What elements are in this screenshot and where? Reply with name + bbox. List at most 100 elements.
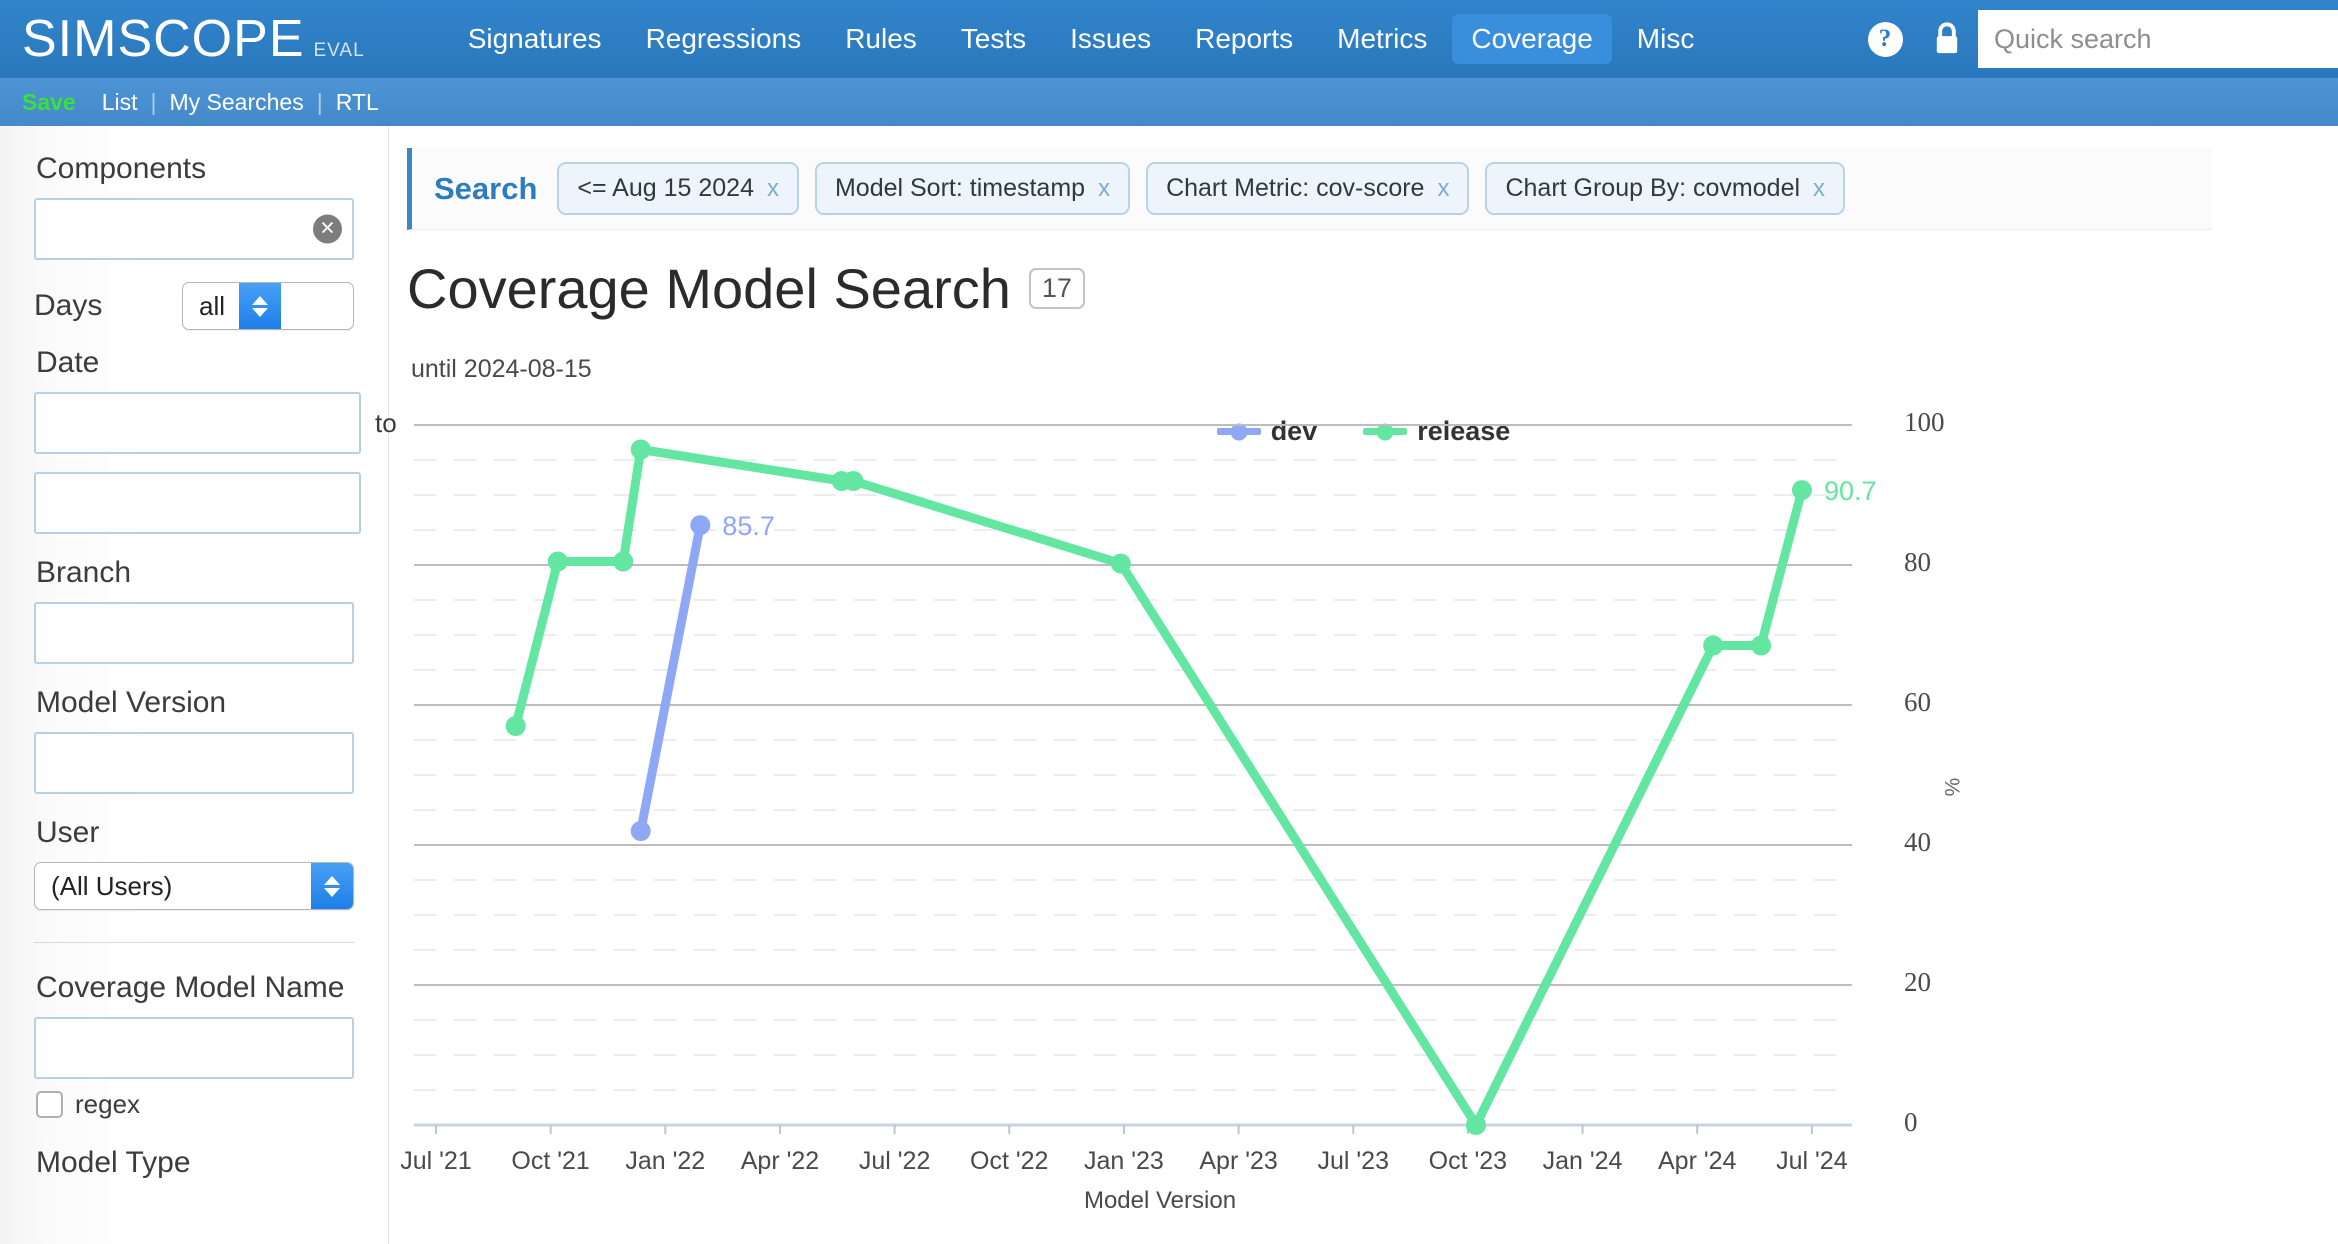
chart-data-point[interactable]	[1791, 480, 1812, 501]
filter-chip-chart-group-by-text: Chart Group By: covmodel	[1505, 174, 1801, 202]
page-title: Coverage Model Search 17	[407, 256, 2338, 321]
chart-plot-area: 85.7 90.7 0 20 40 60 80 100% Jul '21 Oct '21 Jan '…	[389, 390, 2338, 1214]
subnav-my-searches-link[interactable]: My Searches	[157, 89, 317, 116]
components-field-wrap: ✕	[34, 198, 354, 260]
chart-data-point[interactable]	[613, 551, 634, 572]
x-axis-title: Model Version	[1083, 1187, 1237, 1214]
nav-item-reports[interactable]: Reports	[1176, 14, 1312, 64]
coverage-model-name-label: Coverage Model Name	[36, 971, 345, 1004]
y-axis-tick-label: 40	[1904, 827, 1931, 857]
user-select[interactable]: (All Users)	[34, 862, 354, 910]
model-version-label: Model Version	[36, 686, 227, 719]
filter-chip-date-text: <= Aug 15 2024	[577, 174, 754, 202]
y-axis-tick-label: 0	[1904, 1107, 1918, 1137]
model-version-field-wrap	[34, 732, 354, 794]
page-title-text: Coverage Model Search	[407, 257, 1011, 320]
filter-chip-model-sort-text: Model Sort: timestamp	[834, 174, 1086, 202]
chart-data-point[interactable]	[1751, 635, 1772, 656]
search-label: Search	[434, 170, 538, 206]
coverage-chart: dev release 85.7 90.7 0 20 40 60 80 100% Jul '21…	[389, 390, 2338, 1214]
chart-value-label-release: 90.7	[1824, 476, 1877, 506]
chart-svg: 85.7 90.7	[414, 424, 1877, 1135]
lock-button[interactable]	[1916, 22, 1978, 56]
chart-series-line-release[interactable]	[511, 445, 1807, 1130]
date-label: Date	[36, 346, 100, 379]
filter-chip-chart-metric-text: Chart Metric: cov-score	[1166, 174, 1425, 202]
chevron-down-icon	[252, 307, 269, 317]
subnav-list-link[interactable]: List	[89, 89, 151, 116]
nav-item-tests[interactable]: Tests	[942, 14, 1045, 64]
filter-chip-date[interactable]: <= Aug 15 2024 x	[557, 162, 799, 215]
chevron-up-icon	[324, 875, 340, 885]
days-select[interactable]: all	[182, 282, 354, 330]
filter-chip-chart-group-by[interactable]: Chart Group By: covmodel x	[1485, 162, 1846, 215]
user-select-stepper[interactable]	[311, 863, 353, 909]
user-label: User	[36, 816, 100, 849]
chart-series-line-dev[interactable]	[636, 520, 705, 836]
coverage-model-name-input[interactable]	[34, 1017, 354, 1079]
close-icon[interactable]: x	[1098, 175, 1110, 203]
close-icon[interactable]: x	[767, 175, 779, 203]
branch-label: Branch	[36, 556, 132, 589]
filter-chip-model-sort[interactable]: Model Sort: timestamp x	[814, 162, 1131, 215]
nav-item-rules[interactable]: Rules	[826, 14, 936, 64]
chevron-down-icon	[324, 887, 340, 897]
quick-search-input[interactable]	[1978, 10, 2338, 68]
sub-navigation-bar: Save List | My Searches | RTL	[0, 78, 2338, 126]
chart-data-point[interactable]	[630, 439, 651, 460]
chart-data-point[interactable]	[843, 471, 864, 491]
nav-item-signatures[interactable]: Signatures	[449, 14, 621, 64]
y-axis-title: %	[1941, 777, 1965, 797]
chart-data-point[interactable]	[505, 716, 526, 736]
chart-data-point[interactable]	[547, 551, 568, 572]
chart-data-point[interactable]	[630, 821, 651, 841]
nav-item-metrics[interactable]: Metrics	[1318, 14, 1446, 64]
subnav-rtl-link[interactable]: RTL	[323, 89, 392, 116]
chart-data-point[interactable]	[1466, 1115, 1487, 1135]
date-from-row: to	[34, 392, 397, 454]
regex-label: regex	[75, 1089, 141, 1119]
x-axis-tick-label: Jul '24	[1776, 1147, 1848, 1175]
brand-logo[interactable]: SIMSCOPE EVAL	[0, 13, 365, 65]
model-version-input[interactable]	[34, 732, 354, 794]
result-count-badge: 17	[1028, 268, 1085, 309]
user-select-value: (All Users)	[51, 870, 173, 901]
filter-sidebar: Components ✕ Days all Date to Branch Mod…	[0, 126, 397, 1244]
days-row: Days all	[34, 282, 354, 330]
chart-data-point[interactable]	[1110, 553, 1131, 574]
regex-row: regex	[36, 1089, 354, 1120]
close-icon[interactable]: x	[1437, 175, 1449, 203]
nav-item-misc[interactable]: Misc	[1618, 14, 1714, 64]
regex-checkbox[interactable]	[36, 1091, 63, 1118]
days-select-value: all	[199, 290, 226, 321]
chart-data-point[interactable]	[1703, 635, 1724, 656]
chart-data-point[interactable]	[690, 515, 711, 536]
branch-input[interactable]	[34, 602, 354, 664]
date-to-input[interactable]	[34, 472, 361, 534]
clear-circle-icon[interactable]: ✕	[313, 214, 342, 244]
close-icon[interactable]: x	[1813, 175, 1825, 203]
subnav-save-link[interactable]: Save	[22, 89, 89, 116]
nav-right-group: ?	[1854, 0, 2338, 78]
brand-suffix: EVAL	[313, 40, 365, 61]
question-mark-icon: ?	[1867, 21, 1903, 57]
brand-name: SIMSCOPE	[22, 10, 305, 68]
sidebar-divider	[34, 942, 354, 943]
chart-value-label-dev: 85.7	[722, 511, 775, 541]
date-from-input[interactable]	[34, 392, 361, 454]
page-layout: Components ✕ Days all Date to Branch Mod…	[0, 126, 2338, 1244]
branch-field-wrap	[34, 602, 354, 664]
nav-item-issues[interactable]: Issues	[1051, 14, 1170, 64]
components-input[interactable]	[34, 198, 354, 260]
filter-chip-chart-metric[interactable]: Chart Metric: cov-score x	[1146, 162, 1470, 215]
main-nav-items: Signatures Regressions Rules Tests Issue…	[449, 14, 1714, 64]
chevron-up-icon	[252, 295, 269, 305]
nav-item-coverage[interactable]: Coverage	[1452, 14, 1612, 64]
y-axis-tick-label: 80	[1904, 547, 1931, 577]
help-button[interactable]: ?	[1854, 21, 1916, 57]
nav-item-regressions[interactable]: Regressions	[627, 14, 821, 64]
model-type-label: Model Type	[36, 1146, 191, 1179]
coverage-model-name-field-wrap	[34, 1017, 354, 1079]
search-filter-bar: Search <= Aug 15 2024 x Model Sort: time…	[407, 148, 2212, 230]
days-select-stepper[interactable]	[239, 283, 282, 329]
